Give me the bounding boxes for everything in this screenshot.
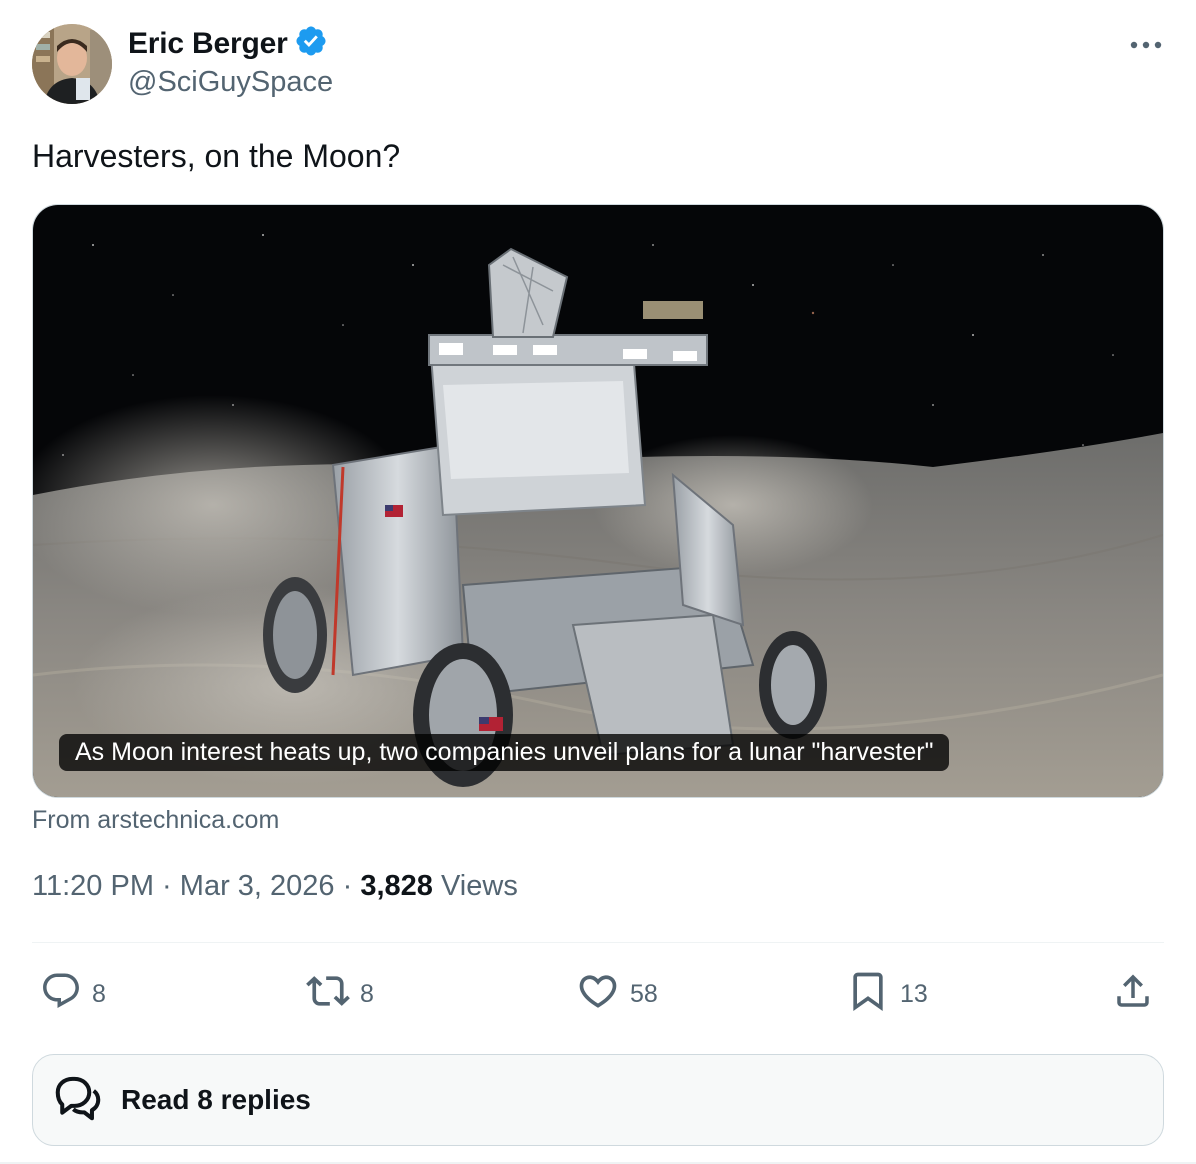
bookmark-icon <box>846 969 890 1020</box>
share-icon <box>1112 970 1154 1019</box>
divider <box>32 942 1164 943</box>
views-count: 3,828 <box>360 870 433 902</box>
reply-button[interactable]: 8 <box>40 966 106 1022</box>
views-label: Views <box>440 870 518 902</box>
reply-count: 8 <box>92 979 106 1008</box>
repost-button[interactable]: 8 <box>306 966 374 1022</box>
chat-bubbles-icon <box>51 1071 105 1130</box>
bookmark-count: 13 <box>900 979 928 1008</box>
action-bar: 8 8 58 13 <box>32 966 1164 1022</box>
author-name-row[interactable]: Eric Berger <box>128 24 328 63</box>
verified-badge-icon <box>294 24 328 63</box>
read-replies-button[interactable]: Read 8 replies <box>32 1054 1164 1146</box>
reply-icon <box>40 970 82 1019</box>
more-horizontal-icon[interactable] <box>1126 30 1166 60</box>
meta-separator: · <box>342 870 353 902</box>
repost-icon <box>306 969 350 1020</box>
tweet-meta: 11:20 PM · Mar 3, 2026 · 3,828 Views <box>32 870 518 903</box>
link-card[interactable]: As Moon interest heats up, two companies… <box>32 204 1164 798</box>
heart-icon <box>576 969 620 1020</box>
author-display-name[interactable]: Eric Berger <box>128 27 288 61</box>
read-replies-label: Read 8 replies <box>121 1084 311 1115</box>
link-source[interactable]: From arstechnica.com <box>32 806 279 835</box>
author-handle[interactable]: @SciGuySpace <box>128 66 333 99</box>
like-count: 58 <box>630 979 658 1008</box>
link-card-caption: As Moon interest heats up, two companies… <box>59 734 950 771</box>
like-button[interactable]: 58 <box>576 966 658 1022</box>
tweet-time[interactable]: 11:20 PM <box>32 870 154 902</box>
bookmark-button[interactable]: 13 <box>846 966 928 1022</box>
share-button[interactable] <box>1112 966 1154 1022</box>
profile-avatar[interactable] <box>32 24 112 104</box>
lunar-harvester-image <box>33 205 1163 797</box>
tweet-text: Harvesters, on the Moon? <box>32 138 401 174</box>
repost-count: 8 <box>360 979 374 1008</box>
tweet-date[interactable]: Mar 3, 2026 <box>180 870 335 902</box>
meta-separator: · <box>162 870 172 902</box>
